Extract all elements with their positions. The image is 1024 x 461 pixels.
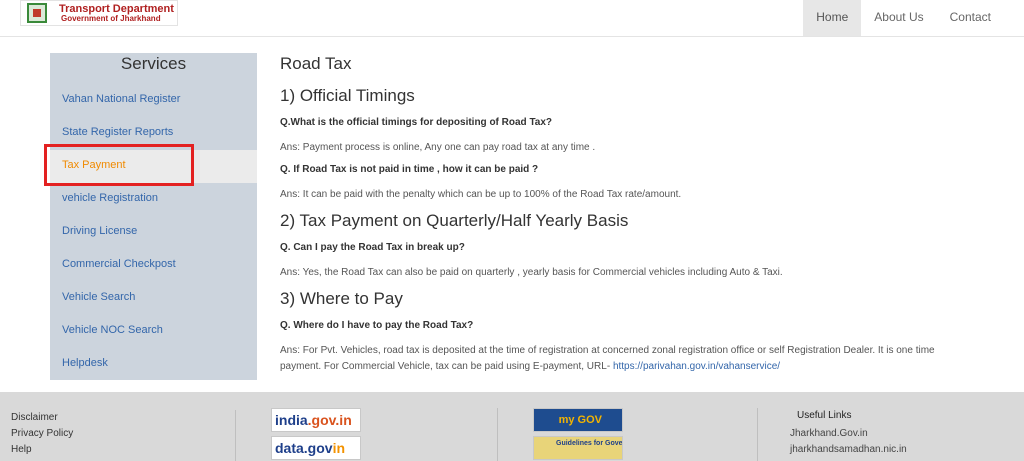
sidebar-item-vehicle-registration[interactable]: vehicle Registration (50, 183, 257, 216)
footer-badges-gov: my GOV Guidelines for Government Website… (498, 408, 758, 461)
services-list: Vahan National Register State Register R… (50, 84, 257, 381)
highlight-annotation (44, 144, 194, 186)
data-gov-badge[interactable]: data.govin (271, 436, 361, 460)
top-nav: Home About Us Contact (803, 0, 1004, 36)
faq-question: Q.What is the official timings for depos… (280, 117, 553, 128)
mygov-badge[interactable]: my GOV (533, 408, 623, 432)
faq-question: Q. Where do I have to pay the Road Tax? (280, 320, 474, 331)
footer-link-disclaimer[interactable]: Disclaimer (11, 410, 235, 426)
footer-links: Disclaimer Privacy Policy Help (11, 410, 236, 461)
useful-links-heading: Useful Links (797, 410, 852, 421)
page-title: Road Tax (280, 54, 352, 73)
state-emblem-icon (27, 3, 47, 23)
faq-answer: Ans: Payment process is online, Any one … (280, 142, 596, 153)
footer-useful-links: Useful Links Jharkhand.Gov.in jharkhands… (775, 410, 907, 461)
site-footer: Disclaimer Privacy Policy Help india.gov… (0, 392, 1024, 461)
services-sidebar: Services Vahan National Register State R… (50, 53, 257, 380)
logo-subtitle: Government of Jharkhand (61, 14, 161, 23)
nav-home[interactable]: Home (803, 0, 862, 36)
nav-contact[interactable]: Contact (937, 0, 1004, 36)
nav-about-us[interactable]: About Us (861, 0, 936, 36)
section-heading-where-to-pay: 3) Where to Pay (280, 289, 403, 308)
useful-link-jharkhandsamadhan[interactable]: jharkhandsamadhan.nic.in (790, 442, 907, 458)
footer-link-privacy-policy[interactable]: Privacy Policy (11, 426, 235, 442)
sidebar-item-driving-license[interactable]: Driving License (50, 216, 257, 249)
sidebar-item-vehicle-search[interactable]: Vehicle Search (50, 282, 257, 315)
vahanservice-link[interactable]: https://parivahan.gov.in/vahanservice/ (613, 361, 780, 372)
main-content: Road Tax 1) Official Timings Q.What is t… (280, 50, 970, 375)
site-logo[interactable]: Transport Department Government of Jhark… (20, 0, 178, 26)
india-gov-badge[interactable]: india.gov.in (271, 408, 361, 432)
footer-badges-portal: india.gov.in data.govin (236, 408, 498, 461)
section-heading-official-timings: 1) Official Timings (280, 86, 415, 105)
sidebar-item-commercial-checkpost[interactable]: Commercial Checkpost (50, 249, 257, 282)
sidebar-item-vehicle-noc-search[interactable]: Vehicle NOC Search (50, 315, 257, 348)
section-heading-tax-payment-basis: 2) Tax Payment on Quarterly/Half Yearly … (280, 211, 629, 230)
faq-answer: Ans: For Pvt. Vehicles, road tax is depo… (280, 343, 970, 375)
faq-answer: Ans: Yes, the Road Tax can also be paid … (280, 267, 783, 278)
faq-question: Q. Can I pay the Road Tax in break up? (280, 242, 465, 253)
faq-question: Q. If Road Tax is not paid in time , how… (280, 164, 539, 175)
sidebar-title: Services (120, 54, 187, 73)
faq-answer: Ans: It can be paid with the penalty whi… (280, 189, 682, 200)
sidebar-item-helpdesk[interactable]: Helpdesk (50, 348, 257, 381)
footer-link-help[interactable]: Help (11, 442, 235, 458)
faq-answer-text: Ans: For Pvt. Vehicles, road tax is depo… (280, 345, 935, 372)
sidebar-item-vahan-national-register[interactable]: Vahan National Register (50, 84, 257, 117)
site-header: Transport Department Government of Jhark… (0, 0, 1024, 37)
useful-link-jharkhand-gov[interactable]: Jharkhand.Gov.in (790, 426, 907, 442)
guidelines-badge[interactable]: Guidelines for Government Websites (533, 436, 623, 460)
